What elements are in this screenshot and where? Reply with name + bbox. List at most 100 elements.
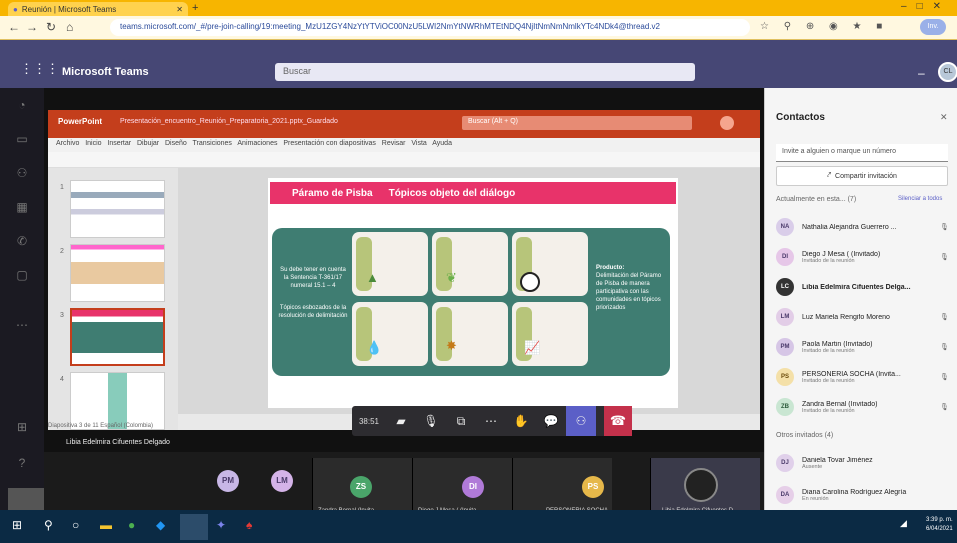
- chat-rail-icon[interactable]: ▭: [8, 132, 36, 154]
- presenter-label: Libia Edelmira Cifuentes Delgado: [66, 439, 170, 446]
- camera-icon[interactable]: ▰: [386, 406, 416, 436]
- participant-avatar: ZB: [776, 398, 794, 416]
- meeting-control-bar: 38:51 ▰ 🎙 ⧉ ⋯ ✋ 💬 ⚇: [352, 406, 632, 436]
- browser-tab[interactable]: ● Reunión | Microsoft Teams ✕: [8, 2, 188, 16]
- invited-row[interactable]: DJ Daniela Tovar Jiménez Ausente: [776, 448, 952, 478]
- participants-icon[interactable]: ⚇: [566, 406, 596, 436]
- powerpoint-toolbar[interactable]: [48, 152, 760, 168]
- hang-up-button[interactable]: ☎: [604, 406, 632, 436]
- home-icon[interactable]: ⌂: [66, 20, 73, 34]
- chart-trend-icon: 📈: [524, 340, 541, 355]
- ribbon-tab[interactable]: Dibujar: [137, 140, 159, 147]
- app-taskbar-icon[interactable]: ♠: [246, 518, 252, 532]
- participant-row[interactable]: LM Luz Mariela Rengifo Moreno 🎙: [776, 302, 952, 332]
- apps-icon[interactable]: ⊞: [8, 420, 36, 442]
- participant-status: En reunión: [802, 495, 829, 502]
- ribbon-tab[interactable]: Insertar: [107, 140, 131, 147]
- chat-icon[interactable]: 💬: [536, 406, 566, 436]
- mining-icon: ✸: [446, 338, 457, 353]
- section-others[interactable]: Otros invitados (4): [776, 432, 833, 439]
- mic-off-icon[interactable]: 🎙: [416, 406, 446, 436]
- invite-input[interactable]: Invite a alguien o marque un número: [776, 144, 948, 162]
- slide-thumbnail-active[interactable]: [70, 308, 165, 366]
- avatar[interactable]: CL: [938, 62, 957, 82]
- files-icon[interactable]: ▢: [8, 268, 36, 290]
- participant-row[interactable]: PM Paola Martin (Invitado) Invitado de la …: [776, 332, 952, 362]
- minimize-icon[interactable]: –: [918, 66, 925, 80]
- leaf-icon: ❦: [446, 270, 457, 285]
- mic-icon: 🎙: [940, 224, 949, 231]
- participant-row[interactable]: LC Libia Edelmira Cifuentes Delga...: [776, 272, 952, 302]
- section-current[interactable]: Actualmente en esta... (7): [776, 196, 856, 203]
- clock-date: 6/04/2021: [926, 526, 953, 532]
- help-icon[interactable]: ?: [8, 456, 36, 478]
- ribbon-tab[interactable]: Inicio: [85, 140, 101, 147]
- participant-row[interactable]: DI Diego J Mesa ( (Invitado) Invitado de l…: [776, 242, 952, 272]
- participant-row[interactable]: PS PERSONERIA SOCHA (Invita... Invitado de…: [776, 362, 952, 392]
- participant-name: Zandra Bernal (Invitado): [802, 400, 878, 408]
- share-invite-button[interactable]: ⤤ Compartir invitación: [776, 166, 948, 186]
- participant-avatar: LM: [271, 470, 293, 492]
- participant-tile[interactable]: LM: [244, 458, 320, 504]
- ribbon-tab[interactable]: Ayuda: [432, 140, 452, 147]
- calendar-icon[interactable]: ▦: [8, 200, 36, 222]
- more-icon[interactable]: ⋯: [476, 406, 506, 436]
- thumb-number: 4: [60, 376, 64, 383]
- reload-icon[interactable]: ↻: [46, 20, 56, 34]
- ribbon-tab[interactable]: Vista: [411, 140, 426, 147]
- file-explorer-icon[interactable]: ▬: [100, 518, 112, 532]
- powerpoint-ribbon-tabs[interactable]: Archivo Inicio Insertar Dibujar Diseño T…: [48, 138, 760, 152]
- calls-icon[interactable]: ✆: [8, 234, 36, 256]
- raise-hand-icon[interactable]: ✋: [506, 406, 536, 436]
- ribbon-tab[interactable]: Animaciones: [237, 140, 277, 147]
- mic-icon: 🎙: [940, 254, 949, 261]
- ribbon-tab[interactable]: Archivo: [56, 140, 79, 147]
- teams-rail-icon[interactable]: ⚇: [8, 166, 36, 188]
- teams-taskbar-icon[interactable]: ✦: [216, 518, 226, 532]
- slide-right-body: Delimitación del Páramo de Pisba de mane…: [596, 273, 662, 311]
- powerpoint-search[interactable]: Buscar (Alt + Q): [462, 116, 692, 130]
- ribbon-tab[interactable]: Diseño: [165, 140, 187, 147]
- store-icon[interactable]: ◆: [156, 518, 165, 532]
- network-icon[interactable]: ◢: [900, 518, 907, 529]
- panel-title: Contactos: [776, 112, 825, 123]
- tab-close-icon[interactable]: ✕: [176, 5, 183, 14]
- participant-row[interactable]: ZB Zandra Bernal (Invitado) Invitado de la…: [776, 392, 952, 422]
- participant-avatar: ZS: [350, 476, 372, 498]
- more-apps-icon[interactable]: ⋯: [8, 318, 36, 340]
- back-icon[interactable]: ←: [8, 20, 20, 34]
- new-tab-button[interactable]: +: [192, 2, 198, 14]
- share-screen-icon[interactable]: ⧉: [446, 406, 476, 436]
- search-input[interactable]: Buscar: [275, 63, 695, 81]
- slide-left-text-1: Su debe tener en cuenta la Sentencia T-3…: [280, 267, 346, 289]
- extension-icons[interactable]: ☆ ⚲ ⊕ ◉ ★ ■: [760, 21, 888, 32]
- windows-start-icon[interactable]: ⊞: [12, 518, 22, 532]
- app-launcher-icon[interactable]: ⋮⋮⋮: [20, 61, 59, 77]
- mute-all-button[interactable]: Silenciar a todos: [898, 196, 942, 202]
- powerpoint-user-icon[interactable]: [720, 116, 734, 130]
- profile-button[interactable]: Inv.: [920, 19, 946, 35]
- magnifier-icon: [520, 272, 540, 292]
- task-view-icon[interactable]: ○: [72, 518, 79, 532]
- activity-icon[interactable]: ◔: [8, 98, 36, 120]
- url-field[interactable]: teams.microsoft.com/_#/pre-join-calling/…: [110, 19, 750, 36]
- participant-avatar: PS: [776, 368, 794, 386]
- mic-icon: 🎙: [940, 344, 949, 351]
- ribbon-tab[interactable]: Transiciones: [193, 140, 232, 147]
- window-controls[interactable]: –□✕: [901, 1, 951, 12]
- slide-thumbnail[interactable]: [70, 180, 165, 238]
- forward-icon[interactable]: →: [26, 20, 38, 34]
- ribbon-tab[interactable]: Revisar: [382, 140, 406, 147]
- ribbon-tab[interactable]: Presentación con diapositivas: [283, 140, 376, 147]
- invited-row[interactable]: DA Diana Carolina Rodríguez Alegría En reu…: [776, 480, 952, 510]
- slide-thumbnail[interactable]: [70, 372, 165, 430]
- participant-row[interactable]: NA Nathalia Alejandra Guerrero ... 🎙: [776, 212, 952, 242]
- slide-thumbnail[interactable]: [70, 244, 165, 302]
- close-icon[interactable]: ✕: [940, 112, 948, 123]
- participant-avatar: DI: [776, 248, 794, 266]
- participant-status: Invitado de la reunión: [802, 407, 855, 414]
- search-icon[interactable]: ⚲: [44, 518, 53, 532]
- windows-taskbar: [0, 510, 957, 543]
- edge-icon[interactable]: ●: [128, 518, 135, 532]
- chrome-taskbar-icon[interactable]: [180, 514, 208, 540]
